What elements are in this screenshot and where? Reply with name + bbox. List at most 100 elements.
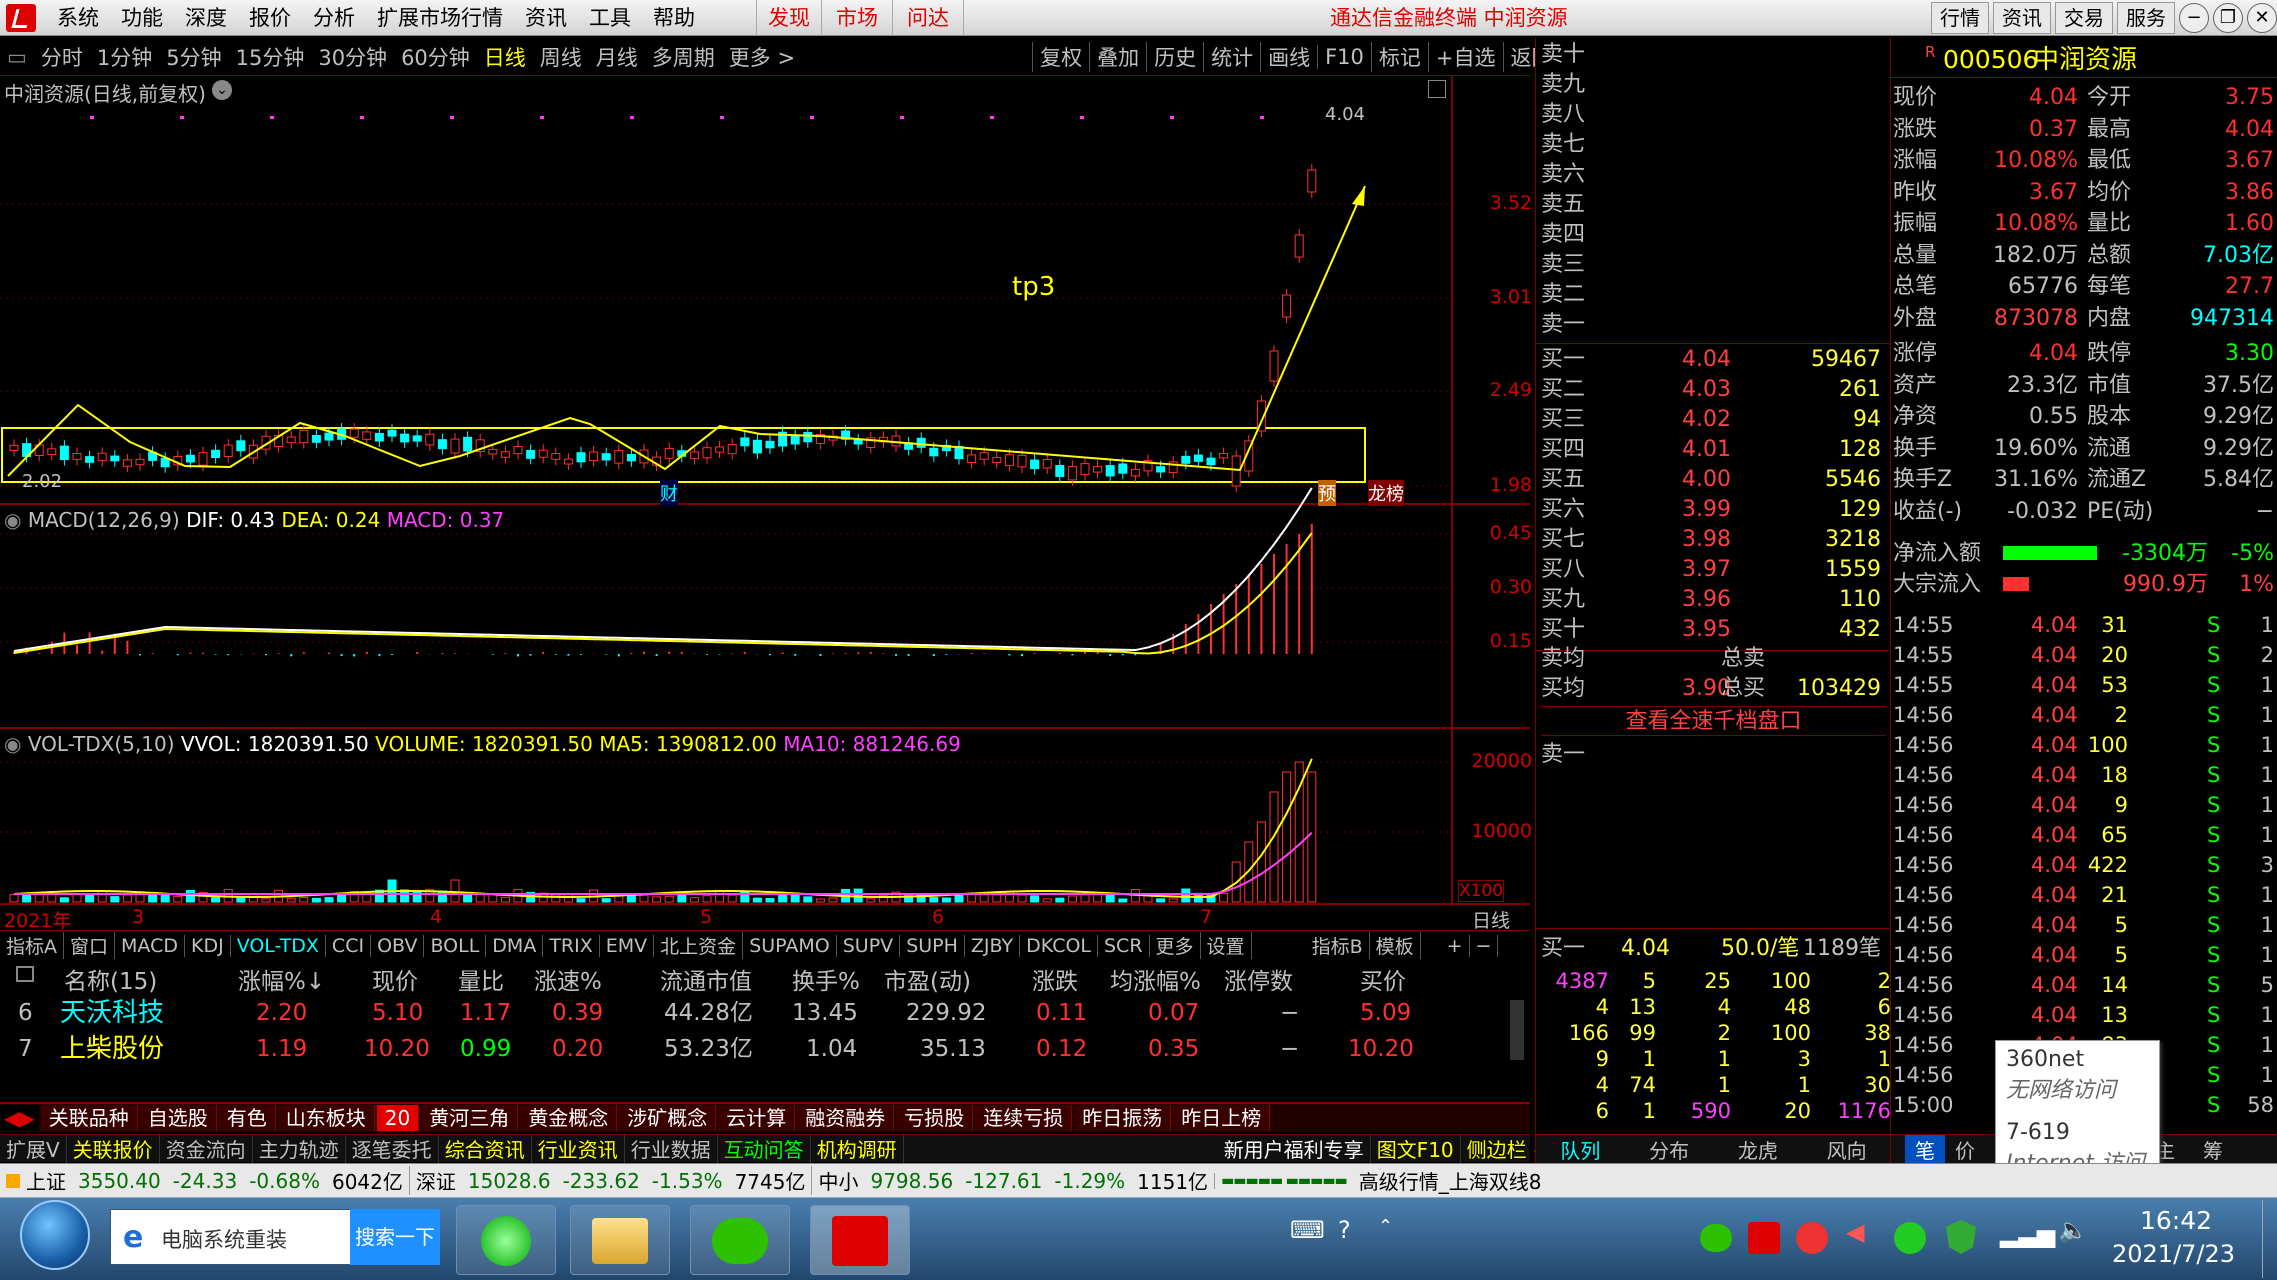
top-service-button[interactable]: 服务 [2117,2,2175,34]
mark-finance[interactable]: 财 [660,480,678,506]
sell-level-row[interactable]: 卖二 [1541,280,1886,310]
browser-360-icon[interactable] [456,1205,556,1275]
menu-system[interactable]: 系统 [46,0,110,36]
menu-news[interactable]: 资讯 [514,0,578,36]
tab-chips[interactable]: 筹 [2193,1135,2233,1166]
tool-mark[interactable]: 标记 [1370,41,1428,72]
tray-expand-icon[interactable]: ⌃ [1378,1216,1393,1237]
data-feed-label[interactable]: 高级行情_上海双线8 [1353,1166,1548,1195]
tray-keyboard-icon[interactable]: ⌨ [1290,1216,1325,1244]
link-industry-data[interactable]: 行业数据 [625,1134,718,1163]
tdx-app-icon[interactable] [810,1205,910,1275]
tool-adjust[interactable]: 复权 [1032,41,1089,72]
menu-analysis[interactable]: 分析 [302,0,366,36]
ind-tab-boll[interactable]: BOLL [424,934,487,957]
menu-wenda[interactable]: 问达 [892,0,964,36]
chevron-down-icon[interactable]: ⌄ [212,80,232,100]
sell-level-row[interactable]: 卖三 [1541,250,1886,280]
period-tab-30m[interactable]: 30分钟 [311,42,394,72]
ind-tab-cci[interactable]: CCI [326,934,372,957]
col-limit[interactable]: 涨停数 [1224,962,1293,995]
tool-history[interactable]: 历史 [1146,41,1203,72]
buy-level-row[interactable]: 买六 3.99 129 [1541,495,1886,525]
ind-tab-emv[interactable]: EMV [600,934,655,957]
menu-depth[interactable]: 深度 [174,0,238,36]
ind-tab-supamo[interactable]: SUPAMO [743,934,837,957]
tray-volume-icon[interactable]: 🔈 [2058,1216,2088,1244]
period-tab-60m[interactable]: 60分钟 [394,42,477,72]
sector-gold[interactable]: 黄金概念 [520,1105,618,1131]
menu-tools[interactable]: 工具 [578,0,642,36]
window-toggle-icon[interactable] [1428,80,1446,98]
menu-ext-market[interactable]: 扩展市场行情 [366,0,514,36]
top-news-button[interactable]: 资讯 [1993,2,2051,34]
restore-icon[interactable]: ❐ [2213,3,2243,33]
table-scrollbar[interactable] [1510,1000,1524,1060]
buy-level-row[interactable]: 买八 3.97 1559 [1541,555,1886,585]
close-icon[interactable]: ✕ [2247,3,2277,33]
ind-add-button[interactable]: + [1441,934,1470,957]
ind-tab-dma[interactable]: DMA [486,934,544,957]
start-button-icon[interactable] [20,1200,90,1270]
row-name[interactable]: 天沃科技 [60,996,164,1030]
link-f10[interactable]: 图文F10 [1371,1134,1461,1163]
tool-f10[interactable]: F10 [1317,44,1371,69]
buy-level-row[interactable]: 买二 4.03 261 [1541,375,1886,405]
col-avg[interactable]: 均涨幅% [1110,962,1201,995]
buy-level-row[interactable]: 买十 3.95 432 [1541,615,1886,645]
sector-mining[interactable]: 涉矿概念 [619,1105,717,1131]
ind-tab-supv[interactable]: SUPV [837,934,901,957]
tray-help-icon[interactable]: ? [1338,1216,1351,1244]
sme-index-name[interactable]: 中小 [811,1166,864,1195]
menu-quote[interactable]: 报价 [238,0,302,36]
list-icon[interactable] [16,966,34,982]
sector-cloud[interactable]: 云计算 [718,1105,796,1131]
sector-nav-icon[interactable]: ◀▶ [0,1105,39,1131]
top-trade-button[interactable]: 交易 [2055,2,2113,34]
period-tab-day[interactable]: 日线 [477,42,533,72]
clock-date[interactable]: 2021/7/23 [2112,1240,2235,1268]
period-tab-tick[interactable]: 分时 [34,42,90,72]
period-tab-week[interactable]: 周线 [533,42,589,72]
sector-yday-swing[interactable]: 昨日振荡 [1074,1105,1172,1131]
sell-level-row[interactable]: 卖四 [1541,220,1886,250]
col-speed[interactable]: 涨速% [534,962,602,995]
link-research[interactable]: 机构调研 [811,1134,904,1163]
ind-tab-trix[interactable]: TRIX [543,934,600,957]
sector-consec-loss[interactable]: 连续亏损 [975,1105,1073,1131]
tab-tick[interactable]: 笔 [1905,1135,1945,1166]
chart-area[interactable]: 中润资源(日线,前复权) ⌄ 4.04 2.02 tp3 财 预 龙榜 3.52… [0,76,1532,932]
ind-tab-b[interactable]: 指标B [1306,932,1370,959]
ind-tab-dkcol[interactable]: DKCOL [1020,934,1098,957]
minimize-icon[interactable]: − [2179,3,2209,33]
tab-queue[interactable]: 队列 [1536,1135,1625,1166]
tool-add-watch[interactable]: +自选 [1427,41,1503,72]
clock-time[interactable]: 16:42 [2140,1206,2212,1235]
ind-tab-window[interactable]: 窗口 [64,932,116,959]
search-button[interactable]: 搜索一下 [350,1209,440,1265]
sector-related[interactable]: 关联品种 [40,1105,138,1131]
link-fund-flow[interactable]: 资金流向 [160,1134,253,1163]
link-order[interactable]: 逐笔委托 [346,1134,439,1163]
table-row[interactable]: 6 天沃科技 2.20 5.10 1.17 0.39 44.28亿 13.45 … [0,996,1500,1030]
sell-level-row[interactable]: 卖八 [1541,100,1886,130]
tray-speaker-mute-icon[interactable]: ◀ [1846,1218,1864,1246]
ind-remove-button[interactable]: − [1470,934,1499,957]
col-diff[interactable]: 涨跌 [1032,962,1078,995]
link-newuser[interactable]: 新用户福利专享 [1218,1134,1371,1163]
mark-forecast[interactable]: 预 [1318,480,1336,506]
buy-level-row[interactable]: 买七 3.98 3218 [1541,525,1886,555]
col-chg[interactable]: 涨幅%↓ [238,962,325,995]
sell-level-row[interactable]: 卖十 [1541,40,1886,70]
col-pe[interactable]: 市盈(动) [884,962,971,995]
menu-function[interactable]: 功能 [110,0,174,36]
full-depth-link[interactable]: 查看全速千档盘口 [1541,706,1886,736]
sector-yday-list[interactable]: 昨日上榜 [1173,1105,1271,1131]
ind-tab-settings[interactable]: 设置 [1201,932,1252,959]
sector-yellowriver[interactable]: 黄河三角 [421,1105,519,1131]
ind-tab-kdj[interactable]: KDJ [185,934,231,957]
sh-index-name[interactable]: 上证 [20,1166,72,1195]
buy-level-row[interactable]: 买九 3.96 110 [1541,585,1886,615]
col-mcap[interactable]: 流通市值 [660,962,752,995]
sell-level-row[interactable]: 卖一 [1541,310,1886,340]
